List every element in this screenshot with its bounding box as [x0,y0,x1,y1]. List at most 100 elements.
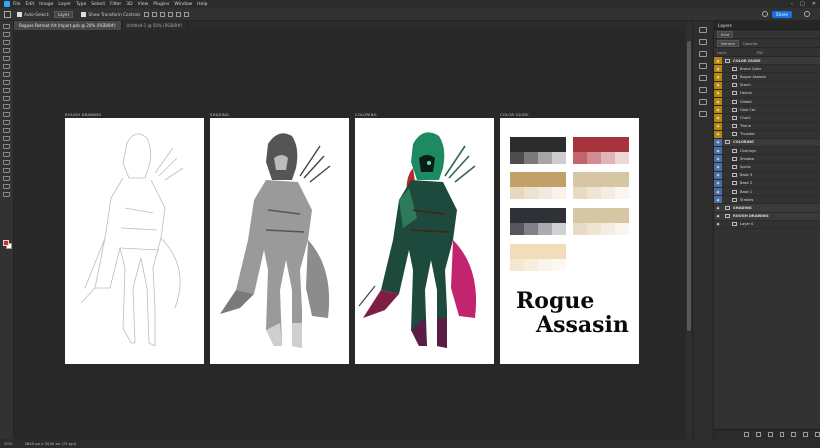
layer-row[interactable]: ◉ Base 2 [714,179,820,188]
menu-filter[interactable]: Filter [110,2,121,7]
close-icon[interactable]: ✕ [812,1,816,7]
visibility-eye-icon[interactable]: ◉ [714,179,722,187]
artboard-coloring[interactable] [355,118,494,364]
layer-row[interactable]: ◉ Base 3 [714,171,820,180]
search-icon[interactable] [762,11,768,17]
layer-row[interactable]: ◉ Gala Cer [714,106,820,115]
align-top-icon[interactable] [168,11,174,17]
visibility-eye-icon[interactable]: ◉ [714,138,722,147]
link-layers-icon[interactable] [744,432,749,437]
new-layer-icon[interactable] [803,432,809,437]
new-group-icon[interactable] [791,432,797,437]
brush-icon[interactable] [3,88,10,93]
stamp-icon[interactable] [3,96,10,101]
eyedropper-icon[interactable] [3,72,10,77]
kind-filter-dropdown[interactable]: Kind [717,30,734,38]
properties-icon[interactable] [699,39,707,45]
paths-icon[interactable] [699,111,707,117]
gradient-icon[interactable] [3,120,10,125]
align-bottom-icon[interactable] [184,11,190,17]
blur-icon[interactable] [3,128,10,133]
scrollbar-thumb[interactable] [687,41,691,331]
trash-icon[interactable] [815,432,820,437]
auto-select-checkbox[interactable] [17,11,22,17]
artboard-shading[interactable] [210,118,349,364]
move-tool-icon[interactable] [4,10,11,18]
menu-help[interactable]: Help [197,2,207,7]
visibility-eye-icon[interactable]: ◉ [714,65,722,73]
healing-icon[interactable] [3,80,10,85]
hand-icon[interactable] [3,176,10,181]
libraries-icon[interactable] [699,87,707,93]
pen-icon[interactable] [3,144,10,149]
align-right-icon[interactable] [160,11,166,17]
visibility-eye-icon[interactable]: ◉ [714,122,722,130]
marquee-icon[interactable] [3,32,10,37]
crop-icon[interactable] [3,56,10,61]
menu-view[interactable]: View [138,2,149,7]
channels-icon[interactable] [699,99,707,105]
layers-tab[interactable]: Layers [714,21,820,30]
dodge-icon[interactable] [3,136,10,141]
layer-row[interactable]: ◉ Triana [714,122,820,131]
artboard-rough-drawing[interactable] [65,118,204,364]
visibility-eye-icon[interactable]: ◉ [714,196,722,204]
menu-plugins[interactable]: Plugins [153,2,169,7]
blend-mode-dropdown[interactable]: Normal [717,39,739,47]
lasso-icon[interactable] [3,40,10,45]
menu-type[interactable]: Type [76,2,86,7]
layer-row[interactable]: ◉ Rogue Assasin [714,73,820,82]
visibility-eye-icon[interactable]: ◉ [714,106,722,114]
visibility-eye-icon[interactable]: ◉ [714,114,722,122]
menu-file[interactable]: File [13,2,21,7]
foreground-color-swatch[interactable] [3,240,9,246]
zoom-level[interactable]: 20% [4,441,12,446]
layer-row[interactable]: ◉ Chorli [714,114,820,123]
menu-3d[interactable]: 3D [126,2,132,7]
layer-row[interactable]: ◉ Storm [714,81,820,90]
adjustments-icon[interactable] [699,75,707,81]
visibility-eye-icon[interactable]: ◉ [714,213,722,220]
visibility-eye-icon[interactable]: ◉ [714,89,722,97]
layer-row[interactable]: ◉ Gilded [714,97,820,107]
visibility-eye-icon[interactable]: ◉ [714,57,722,65]
history-brush-icon[interactable] [3,104,10,109]
align-center-icon[interactable] [152,11,158,17]
visibility-eye-icon[interactable]: ◉ [714,130,722,138]
quick-select-icon[interactable] [3,48,10,53]
artboard-color-guide[interactable]: Rogue Assasin [500,118,639,364]
visibility-eye-icon[interactable]: ◉ [714,81,722,89]
visibility-eye-icon[interactable]: ◉ [714,73,722,81]
maximize-icon[interactable]: □ [800,1,805,7]
visibility-eye-icon[interactable]: ◉ [714,188,722,196]
visibility-eye-icon[interactable]: ◉ [714,204,722,211]
layer-row[interactable]: ◉ COLOR GUIDE [714,57,820,66]
more-tools-icon[interactable] [3,192,10,197]
tab-document-1[interactable]: Rogues Retreat Art Import.psb @ 20% (RGB… [14,21,122,30]
rectangle-icon[interactable] [3,168,10,173]
move-icon[interactable] [3,24,10,29]
layer-row[interactable]: ◉ Henna [714,89,820,98]
type-icon[interactable] [3,152,10,157]
align-middle-icon[interactable] [176,11,182,17]
visibility-eye-icon[interactable]: ◉ [714,97,722,106]
history-icon[interactable] [699,27,707,33]
layer-row[interactable]: ◉ COLORING [714,138,820,148]
layer-row[interactable]: ◉ Overlays [714,147,820,156]
layer-row[interactable]: ◉ Thunder [714,130,820,139]
swatches-icon[interactable] [699,63,707,69]
settings-icon[interactable] [804,11,810,17]
minimize-icon[interactable]: – [791,1,794,7]
mask-icon[interactable] [767,432,773,437]
visibility-eye-icon[interactable]: ◉ [714,221,722,228]
menu-select[interactable]: Select [91,2,105,7]
menu-edit[interactable]: Edit [26,2,35,7]
layer-row[interactable]: ◉ Base 1 [714,188,820,197]
tab-document-2[interactable]: Untitled-1 @ 50% (RGB/8#) [122,21,189,30]
frame-icon[interactable] [3,64,10,69]
path-select-icon[interactable] [3,160,10,165]
adjustment-layer-icon[interactable] [779,432,785,437]
menu-image[interactable]: Image [39,2,53,7]
layer-style-icon[interactable] [755,432,761,437]
eraser-icon[interactable] [3,112,10,117]
